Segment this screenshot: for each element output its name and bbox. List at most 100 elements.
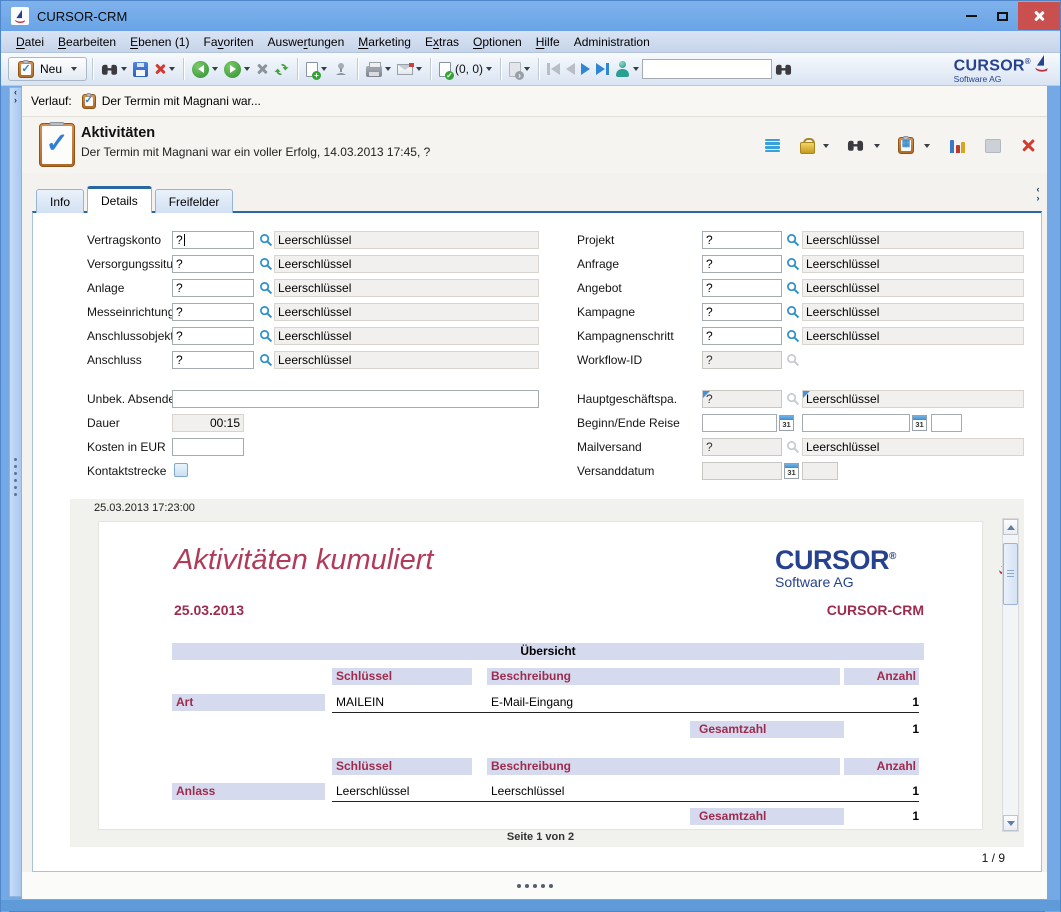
lookup-key-input[interactable]: ? <box>172 351 254 369</box>
lookup-key-input[interactable]: ? <box>172 279 254 297</box>
field-label: Versanddatum <box>577 462 654 480</box>
checkbox[interactable] <box>174 463 188 477</box>
menu-extras[interactable]: Extras <box>418 33 466 51</box>
tab-freifelder[interactable]: Freifelder <box>155 189 234 213</box>
save-button[interactable] <box>133 62 148 77</box>
lookup-key-input: ? <box>702 390 782 408</box>
calendar-icon[interactable]: 31 <box>912 415 927 431</box>
calendar-icon[interactable]: 31 <box>779 415 794 431</box>
lookup-key-input[interactable]: ? <box>702 279 782 297</box>
report-description-value: E-Mail-Eingang <box>491 694 844 712</box>
back-button[interactable] <box>192 61 218 78</box>
cancel-button[interactable] <box>256 63 268 75</box>
close-record-icon[interactable] <box>1021 138 1036 153</box>
user-button[interactable] <box>615 61 639 78</box>
device-button[interactable] <box>333 62 349 76</box>
quick-search-go-button[interactable] <box>775 63 792 76</box>
forward-button[interactable] <box>224 61 250 78</box>
lookup-key-input[interactable]: ? <box>702 303 782 321</box>
menu-bearbeiten[interactable]: Bearbeiten <box>51 33 123 51</box>
refresh-icon <box>274 62 289 77</box>
report-col-header: Schlüssel <box>332 758 472 775</box>
search-button[interactable] <box>101 63 127 76</box>
quick-search-input[interactable] <box>642 59 772 79</box>
field-label: Kampagne <box>577 303 635 321</box>
report-count-value: 1 <box>844 783 919 801</box>
sidebar-collapse-strip[interactable]: ‹ › <box>9 87 22 897</box>
text-input[interactable] <box>172 438 244 456</box>
email-button[interactable] <box>397 64 422 75</box>
date-input[interactable] <box>702 414 777 432</box>
menu-hilfe[interactable]: Hilfe <box>529 33 567 51</box>
clipboard-calendar-icon[interactable]: ▦ <box>898 137 914 154</box>
print-button[interactable] <box>366 62 391 77</box>
delete-button[interactable] <box>154 63 175 75</box>
page-subtitle: Der Termin mit Magnani war ein voller Er… <box>81 145 430 159</box>
right-collapse-handle[interactable]: ‹› <box>1032 185 1044 203</box>
report-page: Aktivitäten kumuliert CURSOR® Software A… <box>99 522 982 829</box>
lookup-magnifier-icon[interactable] <box>259 233 273 247</box>
nav-last-button[interactable] <box>596 63 609 75</box>
lookup-key-input[interactable]: ? <box>702 231 782 249</box>
export-button[interactable]: › <box>509 62 530 77</box>
date-input[interactable] <box>802 414 910 432</box>
minimize-button[interactable] <box>956 2 987 30</box>
new-record-button[interactable]: + <box>306 62 327 77</box>
nav-next-button[interactable] <box>581 63 590 75</box>
lookup-key-input[interactable]: ? <box>172 255 254 273</box>
report-scrollbar[interactable] <box>1002 518 1019 832</box>
binoculars-icon <box>775 63 792 76</box>
tab-details[interactable]: Details <box>87 186 152 213</box>
tab-info[interactable]: Info <box>36 189 84 213</box>
lookup-magnifier-icon[interactable] <box>259 257 273 271</box>
time-input[interactable] <box>931 414 962 432</box>
nav-previous-button[interactable] <box>566 63 575 75</box>
lookup-key-input[interactable]: ? <box>172 327 254 345</box>
arrow-down-icon <box>1007 821 1015 826</box>
binoculars-icon[interactable] <box>847 139 864 152</box>
chart-icon[interactable] <box>950 138 965 153</box>
history-entry[interactable]: ✓ Der Termin mit Magnani war... <box>82 94 261 109</box>
new-button[interactable]: ✓ Neu <box>8 57 87 81</box>
menu-bar: DateiBearbeitenEbenen (1)FavoritenAuswer… <box>1 31 1060 53</box>
maximize-button[interactable] <box>987 2 1018 30</box>
menu-marketing[interactable]: Marketing <box>351 33 418 51</box>
lock-icon[interactable] <box>800 138 813 154</box>
close-button[interactable] <box>1018 2 1060 30</box>
menu-optionen[interactable]: Optionen <box>466 33 529 51</box>
lookup-key-input[interactable]: ? <box>172 231 254 249</box>
refresh-button[interactable] <box>274 62 289 77</box>
text-input[interactable] <box>172 390 539 408</box>
lookup-display-field: Leerschlüssel <box>802 303 1024 321</box>
lookup-key-input[interactable]: ? <box>702 327 782 345</box>
menu-auswertungen[interactable]: Auswertungen <box>261 33 352 51</box>
calendar-icon[interactable]: 31 <box>784 463 799 479</box>
report-app-name: CURSOR-CRM <box>827 602 924 618</box>
lookup-magnifier-icon[interactable] <box>259 281 273 295</box>
lookup-magnifier-icon[interactable] <box>786 257 800 271</box>
horizontal-splitter[interactable] <box>22 872 1047 899</box>
lookup-magnifier-icon[interactable] <box>786 233 800 247</box>
collapse-right-icon: › <box>10 96 21 104</box>
validation-button[interactable]: ✓ (0, 0) <box>439 62 492 77</box>
menu-administration[interactable]: Administration <box>567 33 657 51</box>
lookup-magnifier-icon[interactable] <box>786 281 800 295</box>
scrollbar-thumb[interactable] <box>1003 543 1018 605</box>
menu-datei[interactable]: Datei <box>9 33 51 51</box>
lookup-magnifier-icon[interactable] <box>786 329 800 343</box>
lookup-magnifier-icon[interactable] <box>259 305 273 319</box>
splitter-grip <box>14 454 17 500</box>
lookup-magnifier-icon[interactable] <box>259 329 273 343</box>
report-col-header: Anzahl <box>844 758 919 775</box>
lookup-key-input[interactable]: ? <box>172 303 254 321</box>
scroll-up-button[interactable] <box>1003 519 1018 535</box>
lookup-key-input[interactable]: ? <box>702 255 782 273</box>
list-menu-icon[interactable] <box>765 139 780 153</box>
lookup-magnifier-icon[interactable] <box>786 305 800 319</box>
report-section-name: Anlass <box>172 783 325 800</box>
menu-favoriten[interactable]: Favoriten <box>196 33 260 51</box>
scroll-down-button[interactable] <box>1003 815 1018 831</box>
nav-first-button[interactable] <box>547 63 560 75</box>
lookup-magnifier-icon[interactable] <box>259 353 273 367</box>
menu-ebenen-1[interactable]: Ebenen (1) <box>123 33 196 51</box>
